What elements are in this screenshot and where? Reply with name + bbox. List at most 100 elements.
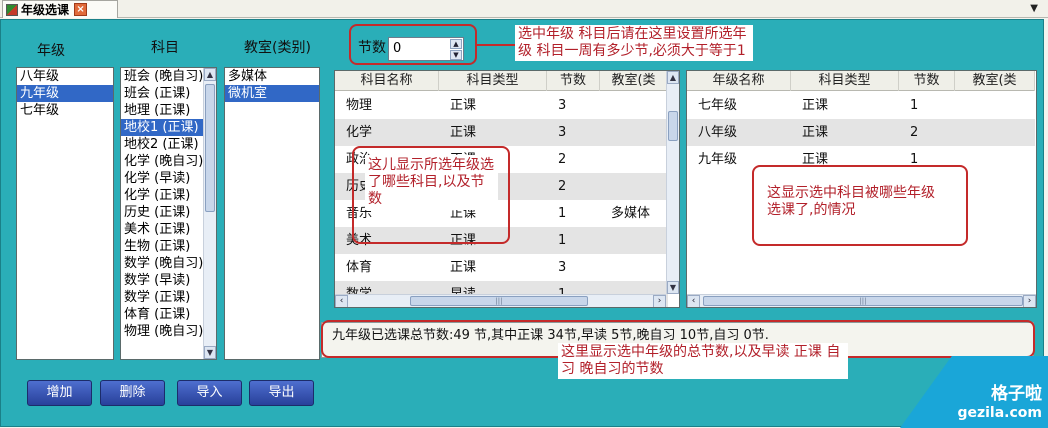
subject-item[interactable]: 化学 (正课) [121,187,203,204]
subject-item[interactable]: 物理 (晚自习) [121,323,203,340]
watermark-url: gezila.com [957,405,1042,421]
subject-header: 科目 [151,40,179,56]
right-table-row[interactable]: 八年级 正课 2 [687,119,1035,146]
subject-item[interactable]: 美术 (正课) [121,221,203,238]
left-table-cell: 1 [558,206,567,221]
right-table-cell: 八年级 [698,125,738,140]
grid-header: 年级名称 科目类型 节数 教室(类 [687,71,1035,91]
left-table-cell: 正课 [450,260,477,275]
subject-item[interactable]: 地理 (正课) [121,102,203,119]
grade-item[interactable]: 九年级 [17,85,113,102]
right-column-header[interactable]: 年级名称 [687,71,791,91]
subject-item[interactable]: 化学 (晚自习) [121,153,203,170]
delete-button[interactable]: 删除 [100,380,165,406]
subject-list[interactable]: 班会 (晚自习) 班会 (正课) 地理 (正课) 地校1 (正课) 地校2 (正课) 化学… [120,67,217,360]
annotation-top: 选中年级 科目后请在这里设置所选年级 科目一周有多少节,必须大于等于1 [515,25,753,61]
left-table-cell: 体育 [346,260,373,275]
subject-item[interactable]: 班会 (正课) [121,85,203,102]
scroll-right-icon[interactable]: › [653,295,666,307]
annotation-box-spinner [349,24,477,65]
grade-list[interactable]: 八年级 九年级 七年级 [16,67,114,360]
grade-header: 年级 [37,43,65,59]
subject-item[interactable]: 数学 (晚自习) [121,255,203,272]
left-table-cell: 2 [558,152,567,167]
right-table-cell: 1 [910,98,919,113]
left-column-header[interactable]: 科目名称 [335,71,439,91]
right-table-cell: 正课 [802,125,829,140]
left-table-row[interactable]: 体育 正课 3 [335,254,668,281]
right-table-cell [955,92,1035,119]
left-grid-vscroll[interactable]: ▲ ▼ [666,71,679,294]
app-icon [6,3,18,16]
left-table-cell: 1 [558,233,567,248]
left-table-row[interactable]: 化学 正课 3 [335,119,668,146]
left-column-header[interactable]: 科目类型 [439,71,547,91]
scroll-down-icon[interactable]: ▼ [667,281,679,294]
classroom-item[interactable]: 多媒体 [225,68,319,85]
subject-item[interactable]: 数学 (早读) [121,272,203,289]
scroll-right-icon[interactable]: › [1023,295,1036,307]
left-table-cell: 多媒体 [611,206,651,221]
subject-item[interactable]: 体育 (正课) [121,306,203,323]
left-table-cell: 正课 [450,125,477,140]
classroom-item[interactable]: 微机室 [225,85,319,102]
right-table-row[interactable]: 七年级 正课 1 [687,92,1035,119]
subject-item[interactable]: 历史 (正课) [121,204,203,221]
tab-bar: 年级选课 × ▼ [0,0,1048,18]
subject-item[interactable]: 生物 (正课) [121,238,203,255]
tab-grade-course[interactable]: 年级选课 × [2,0,118,18]
scroll-left-icon[interactable]: ‹ [687,295,700,307]
scroll-thumb[interactable] [205,84,215,212]
left-grid-hscroll[interactable]: ‹ ||| › [335,294,666,307]
grade-item[interactable]: 八年级 [17,68,113,85]
subject-item[interactable]: 数学 (正课) [121,289,203,306]
left-table-cell: 正课 [450,98,477,113]
left-table-cell [600,227,668,254]
subject-item[interactable]: 班会 (晚自习) [121,68,203,85]
right-column-header[interactable]: 科目类型 [791,71,899,91]
annotation-right: 这显示选中科目被哪些年级选课了,的情况 [764,183,950,221]
close-icon[interactable]: × [74,3,88,16]
right-table-cell: 2 [910,125,919,140]
scroll-thumb[interactable]: ||| [703,296,1023,306]
grid-header: 科目名称 科目类型 节数 教室(类 [335,71,668,91]
dropdown-arrow-icon[interactable]: ▼ [1030,3,1038,14]
left-table-cell: 物理 [346,98,373,113]
left-table-cell [600,173,668,200]
left-table-cell [600,254,668,281]
right-table-cell: 七年级 [698,98,738,113]
right-grid-hscroll[interactable]: ‹ ||| › [687,294,1036,307]
left-table-cell: 化学 [346,125,373,140]
subject-item[interactable]: 地校2 (正课) [121,136,203,153]
scroll-down-icon[interactable]: ▼ [204,346,216,359]
left-table-cell: 2 [558,179,567,194]
subject-item[interactable]: 地校1 (正课) [121,119,203,136]
scroll-thumb[interactable] [668,111,678,141]
annotation-bottom: 这里显示选中年级的总节数,以及早读 正课 自习 晚自习的节数 [558,343,848,379]
scroll-thumb[interactable]: ||| [410,296,588,306]
grade-item[interactable]: 七年级 [17,102,113,119]
left-table-cell: 3 [558,125,567,140]
export-button[interactable]: 导出 [249,380,314,406]
left-column-header[interactable]: 节数 [547,71,600,91]
annotation-left: 这儿显示所选年级选了哪些科目,以及节数 [365,155,498,210]
right-table-cell [955,119,1035,146]
scroll-left-icon[interactable]: ‹ [335,295,348,307]
left-table-row[interactable]: 物理 正课 3 [335,92,668,119]
import-button[interactable]: 导入 [177,380,242,406]
right-table-cell: 正课 [802,98,829,113]
left-table-cell [600,92,668,119]
classroom-list[interactable]: 多媒体 微机室 [224,67,320,360]
add-button[interactable]: 增加 [27,380,92,406]
classroom-header: 教室(类别) [244,40,311,56]
left-column-header[interactable]: 教室(类 [600,71,668,91]
scroll-up-icon[interactable]: ▲ [667,71,679,84]
left-table-cell: 3 [558,260,567,275]
annotation-connector [477,44,515,46]
subject-list-scrollbar[interactable]: ▲ ▼ [203,68,216,359]
scroll-up-icon[interactable]: ▲ [204,68,216,81]
right-column-header[interactable]: 节数 [899,71,955,91]
right-column-header[interactable]: 教室(类 [955,71,1035,91]
subject-item[interactable]: 化学 (早读) [121,170,203,187]
left-table-cell [600,146,668,173]
